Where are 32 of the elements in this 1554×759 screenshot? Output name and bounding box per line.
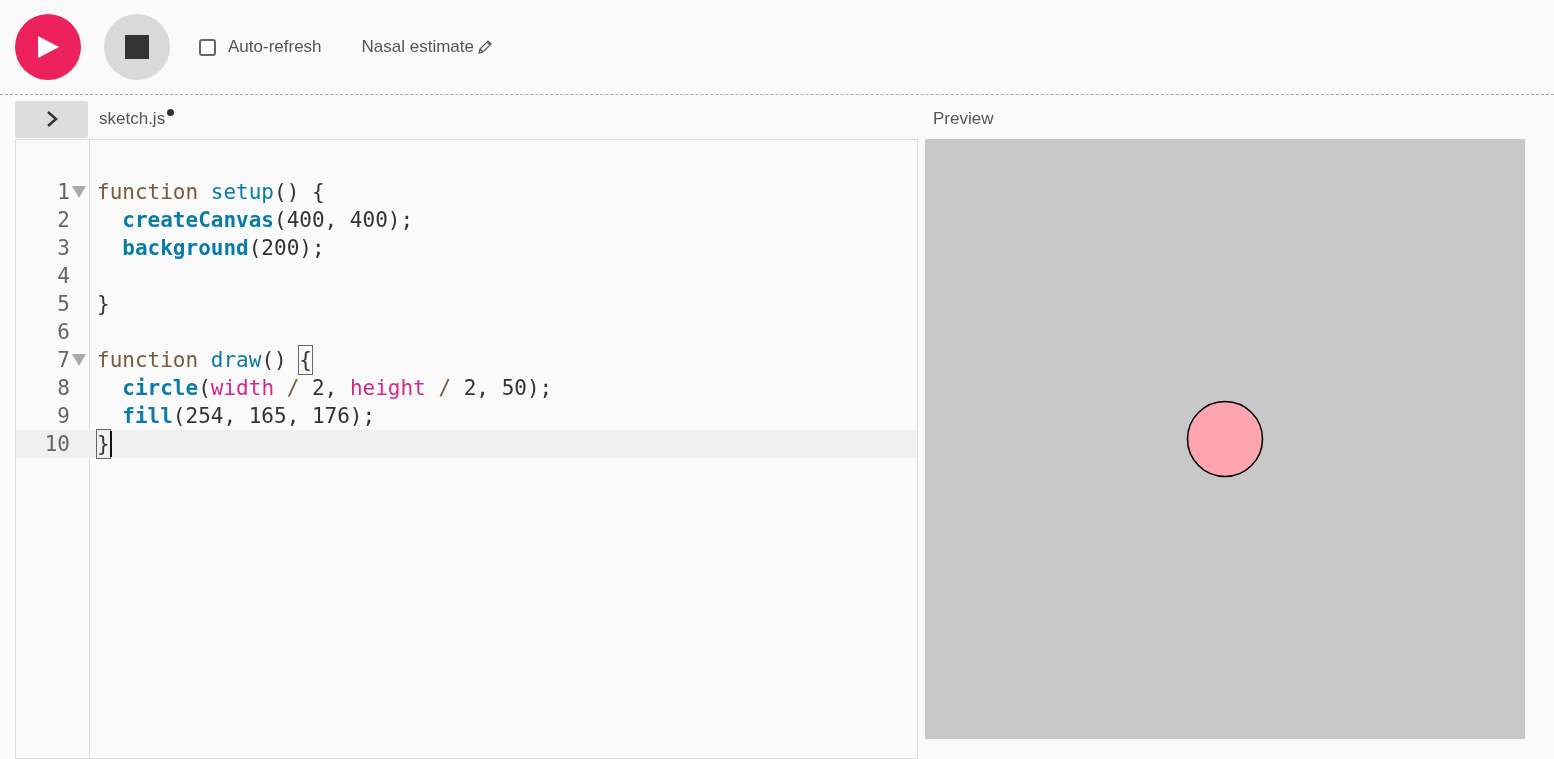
line-number: 10 [44, 431, 70, 458]
line-number: 6 [57, 319, 70, 346]
pencil-icon[interactable] [478, 40, 492, 54]
line-number: 1 [57, 179, 70, 206]
file-tab[interactable]: sketch.js [99, 106, 166, 132]
code-line: function draw() { [97, 346, 312, 374]
auto-refresh-checkbox[interactable] [199, 38, 216, 56]
auto-refresh-label: Auto-refresh [228, 36, 322, 59]
code-line: fill(254, 165, 176); [121, 403, 376, 430]
line-number: 4 [57, 263, 70, 290]
chevron-right-icon [45, 110, 58, 128]
code-line: } [97, 430, 110, 458]
code-line: } [97, 291, 110, 318]
line-number: 9 [57, 403, 70, 430]
fold-triangle-icon[interactable] [72, 354, 86, 366]
fold-triangle-icon[interactable] [72, 186, 86, 198]
sketch-name[interactable]: Nasal estimate [361, 34, 474, 60]
code-line: function setup() { [97, 179, 325, 206]
stop-icon [125, 35, 149, 59]
code-editor[interactable]: 1 function setup() { 2 createCanvas(400, 400); 3 background(200); 4 5 } 6 7 function draw() { 8 circle(width / 2, height / 2, 50); 9 fill(254, 165, 176); 10 } [15, 139, 918, 759]
line-number: 7 [57, 347, 70, 374]
line-number: 5 [57, 291, 70, 318]
text-cursor [109, 431, 112, 457]
code-line: circle(width / 2, height / 2, 50); [121, 375, 553, 402]
code-line: createCanvas(400, 400); [121, 207, 414, 234]
line-number: 3 [57, 235, 70, 262]
code-line: background(200); [121, 235, 325, 262]
line-number: 8 [57, 375, 70, 402]
expand-sidebar-button[interactable] [15, 100, 88, 138]
preview-title: Preview [933, 108, 994, 131]
play-icon [36, 35, 60, 59]
line-number: 2 [57, 207, 70, 234]
